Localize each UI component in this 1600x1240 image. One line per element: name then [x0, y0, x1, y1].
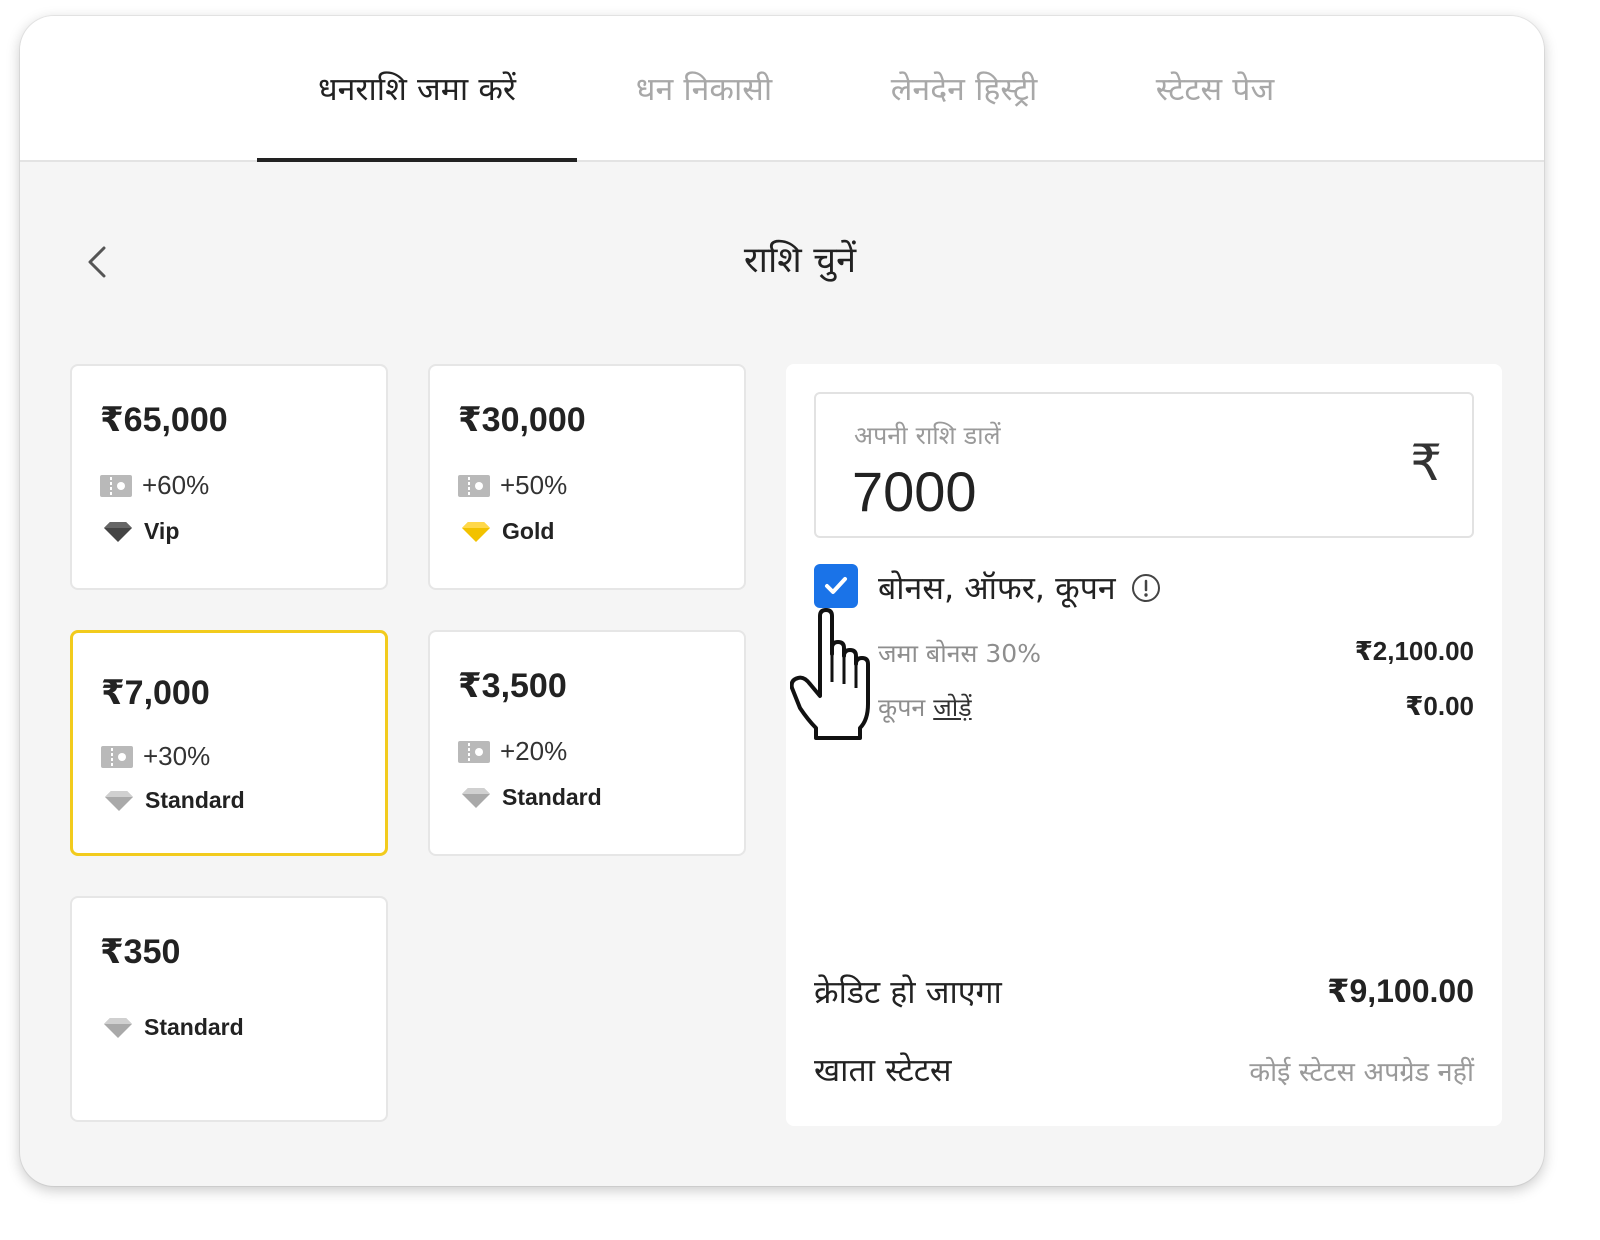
card-bonus: +60%: [100, 470, 209, 501]
deposit-summary-panel: अपनी राशि डालें ₹ बोनस, ऑफर, कूपन जमा बो…: [786, 364, 1502, 1126]
amount-card-7000[interactable]: ₹7,000 +30% Standard: [70, 630, 388, 856]
card-bonus: +20%: [458, 736, 567, 767]
amount-card-65000[interactable]: ₹65,000 +60% Vip: [70, 364, 388, 590]
chevron-left-icon: [88, 246, 106, 278]
diamond-silver-icon: [462, 787, 490, 808]
deposit-bonus-label: जमा बोनस 30%: [878, 639, 1041, 668]
diamond-silver-icon: [105, 790, 133, 811]
coupon-row: कूपन जोड़ें: [878, 690, 972, 724]
info-icon[interactable]: [1130, 572, 1162, 604]
card-status-text: Standard: [145, 787, 245, 813]
page-title: राशि चुनें: [743, 240, 857, 281]
card-bonus-text: +50%: [500, 470, 568, 500]
diamond-gold-icon: [462, 521, 490, 542]
card-status-text: Standard: [502, 784, 602, 810]
ticket-icon: [458, 740, 490, 763]
tab-transaction-history[interactable]: लेनदेन हिस्ट्री: [860, 16, 1068, 160]
card-status: Standard: [104, 1014, 244, 1041]
amount-card-350[interactable]: ₹350 Standard: [70, 896, 388, 1122]
tab-withdrawal[interactable]: धन निकासी: [600, 16, 808, 160]
rupee-icon: ₹: [1410, 434, 1442, 492]
amount-card-30000[interactable]: ₹30,000 +50% Gold: [428, 364, 746, 590]
credited-label: क्रेडिट हो जाएगा: [814, 973, 1002, 1011]
checkmark-icon: [825, 577, 847, 594]
amount-input[interactable]: [852, 458, 1332, 524]
credited-value: ₹9,100.00: [1327, 973, 1474, 1009]
card-bonus-text: +60%: [142, 470, 210, 500]
card-amount: ₹65,000: [100, 401, 228, 439]
card-status-text: Gold: [502, 518, 555, 544]
tab-status-page[interactable]: स्टेटस पेज: [1120, 16, 1310, 160]
add-coupon-link[interactable]: जोड़ें: [933, 693, 971, 722]
bonus-checkbox-text: बोनस, ऑफर, कूपन: [878, 569, 1116, 607]
deposit-window: धनराशि जमा करें धन निकासी लेनदेन हिस्ट्र…: [20, 16, 1544, 1186]
coupon-value: ₹0.00: [1405, 691, 1474, 721]
card-amount: ₹7,000: [101, 674, 210, 712]
card-bonus-text: +20%: [500, 736, 568, 766]
tab-deposit[interactable]: धनराशि जमा करें: [257, 16, 577, 162]
back-button[interactable]: [80, 238, 116, 286]
ticket-icon: [101, 745, 133, 768]
deposit-bonus-value: ₹2,100.00: [1354, 636, 1474, 666]
card-status: Standard: [105, 787, 245, 814]
diamond-silver-icon: [104, 1017, 132, 1038]
card-amount: ₹30,000: [458, 401, 586, 439]
card-amount: ₹350: [100, 933, 181, 971]
card-status: Vip: [104, 518, 179, 545]
card-bonus: +30%: [101, 741, 210, 772]
card-status: Standard: [462, 784, 602, 811]
tab-bar: धनराशि जमा करें धन निकासी लेनदेन हिस्ट्र…: [20, 16, 1544, 162]
account-status-value: कोई स्टेटस अपग्रेड नहीं: [1249, 1057, 1474, 1088]
coupon-label: कूपन: [878, 693, 926, 722]
card-amount: ₹3,500: [458, 667, 567, 705]
card-status-text: Vip: [144, 518, 180, 544]
diamond-dark-icon: [104, 521, 132, 542]
amount-input-box: अपनी राशि डालें ₹: [814, 392, 1474, 538]
card-status-text: Standard: [144, 1014, 244, 1040]
ticket-icon: [458, 474, 490, 497]
bonus-checkbox-label[interactable]: बोनस, ऑफर, कूपन: [878, 566, 1162, 609]
account-status-label: खाता स्टेटस: [814, 1051, 952, 1089]
ticket-icon: [100, 474, 132, 497]
card-bonus: +50%: [458, 470, 567, 501]
card-status: Gold: [462, 518, 554, 545]
amount-input-label: अपनी राशि डालें: [854, 421, 1001, 450]
card-bonus-text: +30%: [143, 741, 211, 771]
amount-card-3500[interactable]: ₹3,500 +20% Standard: [428, 630, 746, 856]
bonus-checkbox[interactable]: [814, 564, 858, 608]
